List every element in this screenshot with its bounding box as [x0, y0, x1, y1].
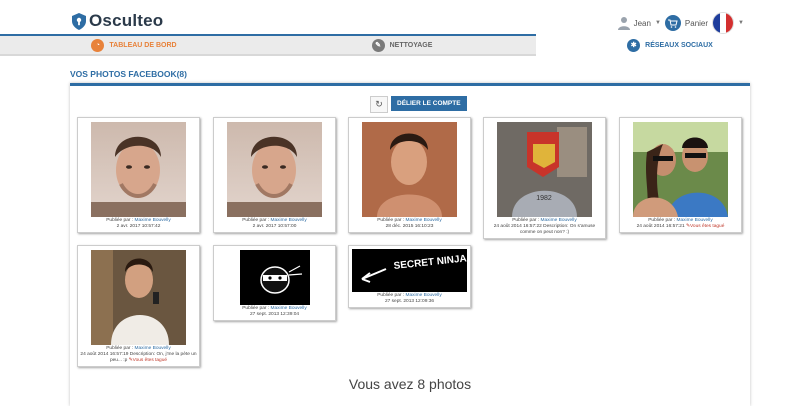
photo-count: Vous avez 8 photos [348, 376, 472, 392]
published-label: Publiée par : [242, 218, 270, 223]
social-network-icon: ✱ [627, 38, 641, 52]
photo-card[interactable]: Publiée par : Maxime Bouvelly 2 avr. 201… [77, 117, 200, 233]
photo-date: 2 avr. 2017 10:57:42 [116, 224, 161, 229]
tab-social-networks[interactable]: ✱ RÉSEAUX SOCIAUX [536, 34, 804, 56]
photo-card[interactable]: Publiée par : Maxime Bouvelly 28 déc. 20… [348, 117, 471, 233]
dashboard-icon: ◔ [91, 38, 105, 52]
author-link[interactable]: Maxime Bouvelly [406, 218, 442, 223]
brand-logo[interactable]: Osculteo [72, 11, 163, 31]
photo-caption: Publiée par : Maxime Bouvelly 24 août 20… [484, 217, 605, 238]
photos-panel: ↻ DÉLIER LE COMPTE Publiée par : Maxime … [70, 83, 750, 406]
photo-date: 2 avr. 2017 10:57:00 [252, 224, 297, 229]
photo-card[interactable]: 1982 Publiée par : Maxime Bouvelly 24 ao… [483, 117, 606, 239]
svg-text:1982: 1982 [536, 195, 552, 202]
shield-icon [72, 12, 86, 30]
brand-name: Osculteo [89, 11, 164, 30]
photo-card[interactable]: Publiée par : Maxime Bouvelly 24 août 20… [619, 117, 742, 233]
refresh-icon: ↻ [375, 99, 383, 109]
photo-date: 28 déc. 2015 16:10:23 [385, 224, 434, 229]
author-link[interactable]: Maxime Bouvelly [135, 346, 171, 351]
tab-label: NETTOYAGE [389, 41, 433, 49]
french-flag-icon[interactable] [712, 12, 735, 34]
photo-date: 27 sept. 2013 12:39:04 [249, 312, 300, 317]
cart-label[interactable]: Panier [685, 19, 708, 28]
photo-thumbnail[interactable]: 1982 [497, 122, 592, 217]
tab-label: TABLEAU DE BORD [109, 41, 177, 49]
section-title: VOS PHOTOS FACEBOOK(8) [70, 69, 187, 79]
tagged-label: Vous êtes tagué [689, 224, 725, 229]
tagged-label: Vous êtes tagué [132, 358, 168, 363]
photo-caption: Publiée par : Maxime Bouvelly 24 août 20… [78, 345, 199, 366]
photo-caption: Publiée par : Maxime Bouvelly 24 août 20… [620, 217, 741, 232]
author-link[interactable]: Maxime Bouvelly [135, 218, 171, 223]
author-link[interactable]: Maxime Bouvelly [677, 218, 713, 223]
photo-card[interactable]: SECRET NINJA Publiée par : Maxime Bouvel… [348, 245, 471, 308]
photo-thumbnail[interactable] [91, 250, 186, 345]
published-label: Publiée par : [377, 218, 405, 223]
tab-cleaning[interactable]: ✎ NETTOYAGE [268, 34, 536, 56]
photo-thumbnail[interactable] [362, 122, 457, 217]
photo-thumbnail[interactable]: SECRET NINJA [352, 249, 467, 292]
top-navbar: Osculteo Jean ▼ Panier ▼ [0, 0, 804, 38]
published-label: Publiée par : [648, 218, 676, 223]
unlink-account-button[interactable]: DÉLIER LE COMPTE [391, 96, 467, 111]
language-chevron-icon[interactable]: ▼ [738, 20, 744, 26]
chevron-down-icon[interactable]: ▼ [655, 20, 661, 26]
photo-card[interactable]: Publiée par : Maxime Bouvelly 27 sept. 2… [213, 245, 336, 321]
tab-label: RÉSEAUX SOCIAUX [645, 41, 713, 49]
brush-icon: ✎ [371, 38, 385, 52]
author-link[interactable]: Maxime Bouvelly [541, 218, 577, 223]
published-label: Publiée par : [377, 293, 405, 298]
refresh-button[interactable]: ↻ [370, 96, 388, 113]
published-label: Publiée par : [106, 218, 134, 223]
published-label: Publiée par : [106, 346, 134, 351]
photo-date: 24 août 2014 16:57:21 [636, 224, 685, 229]
published-label: Publiée par : [242, 306, 270, 311]
photo-date: 24 août 2014 16:57:19 [80, 352, 129, 357]
photo-date: 27 sept. 2013 12:09:36 [384, 299, 435, 304]
cart-icon[interactable] [664, 15, 681, 31]
photo-thumbnail[interactable] [227, 122, 322, 217]
panel-toolbar: ↻ DÉLIER LE COMPTE [370, 96, 467, 113]
author-link[interactable]: Maxime Bouvelly [406, 293, 442, 298]
author-link[interactable]: Maxime Bouvelly [271, 306, 307, 311]
photo-date: 24 août 2014 16:57:22 [493, 224, 542, 229]
user-avatar-icon[interactable] [617, 16, 630, 30]
photo-thumbnail[interactable] [633, 122, 728, 217]
photo-caption: Publiée par : Maxime Bouvelly 27 sept. 2… [214, 305, 335, 320]
photo-thumbnail[interactable] [91, 122, 186, 217]
main-tabs: ◔ TABLEAU DE BORD ✎ NETTOYAGE ✱ RÉSEAUX … [0, 34, 804, 56]
user-area: Jean ▼ Panier ▼ [617, 12, 744, 34]
photo-card[interactable]: Publiée par : Maxime Bouvelly 24 août 20… [77, 245, 200, 367]
photo-caption: Publiée par : Maxime Bouvelly 28 déc. 20… [349, 217, 470, 232]
published-label: Publiée par : [512, 218, 540, 223]
user-name[interactable]: Jean [634, 19, 651, 28]
photo-caption: Publiée par : Maxime Bouvelly 2 avr. 201… [214, 217, 335, 232]
tab-dashboard[interactable]: ◔ TABLEAU DE BORD [0, 34, 268, 56]
photo-thumbnail[interactable] [239, 250, 310, 305]
photo-caption: Publiée par : Maxime Bouvelly 2 avr. 201… [78, 217, 199, 232]
photo-caption: Publiée par : Maxime Bouvelly 27 sept. 2… [349, 292, 470, 307]
author-link[interactable]: Maxime Bouvelly [271, 218, 307, 223]
photo-card[interactable]: Publiée par : Maxime Bouvelly 2 avr. 201… [213, 117, 336, 233]
